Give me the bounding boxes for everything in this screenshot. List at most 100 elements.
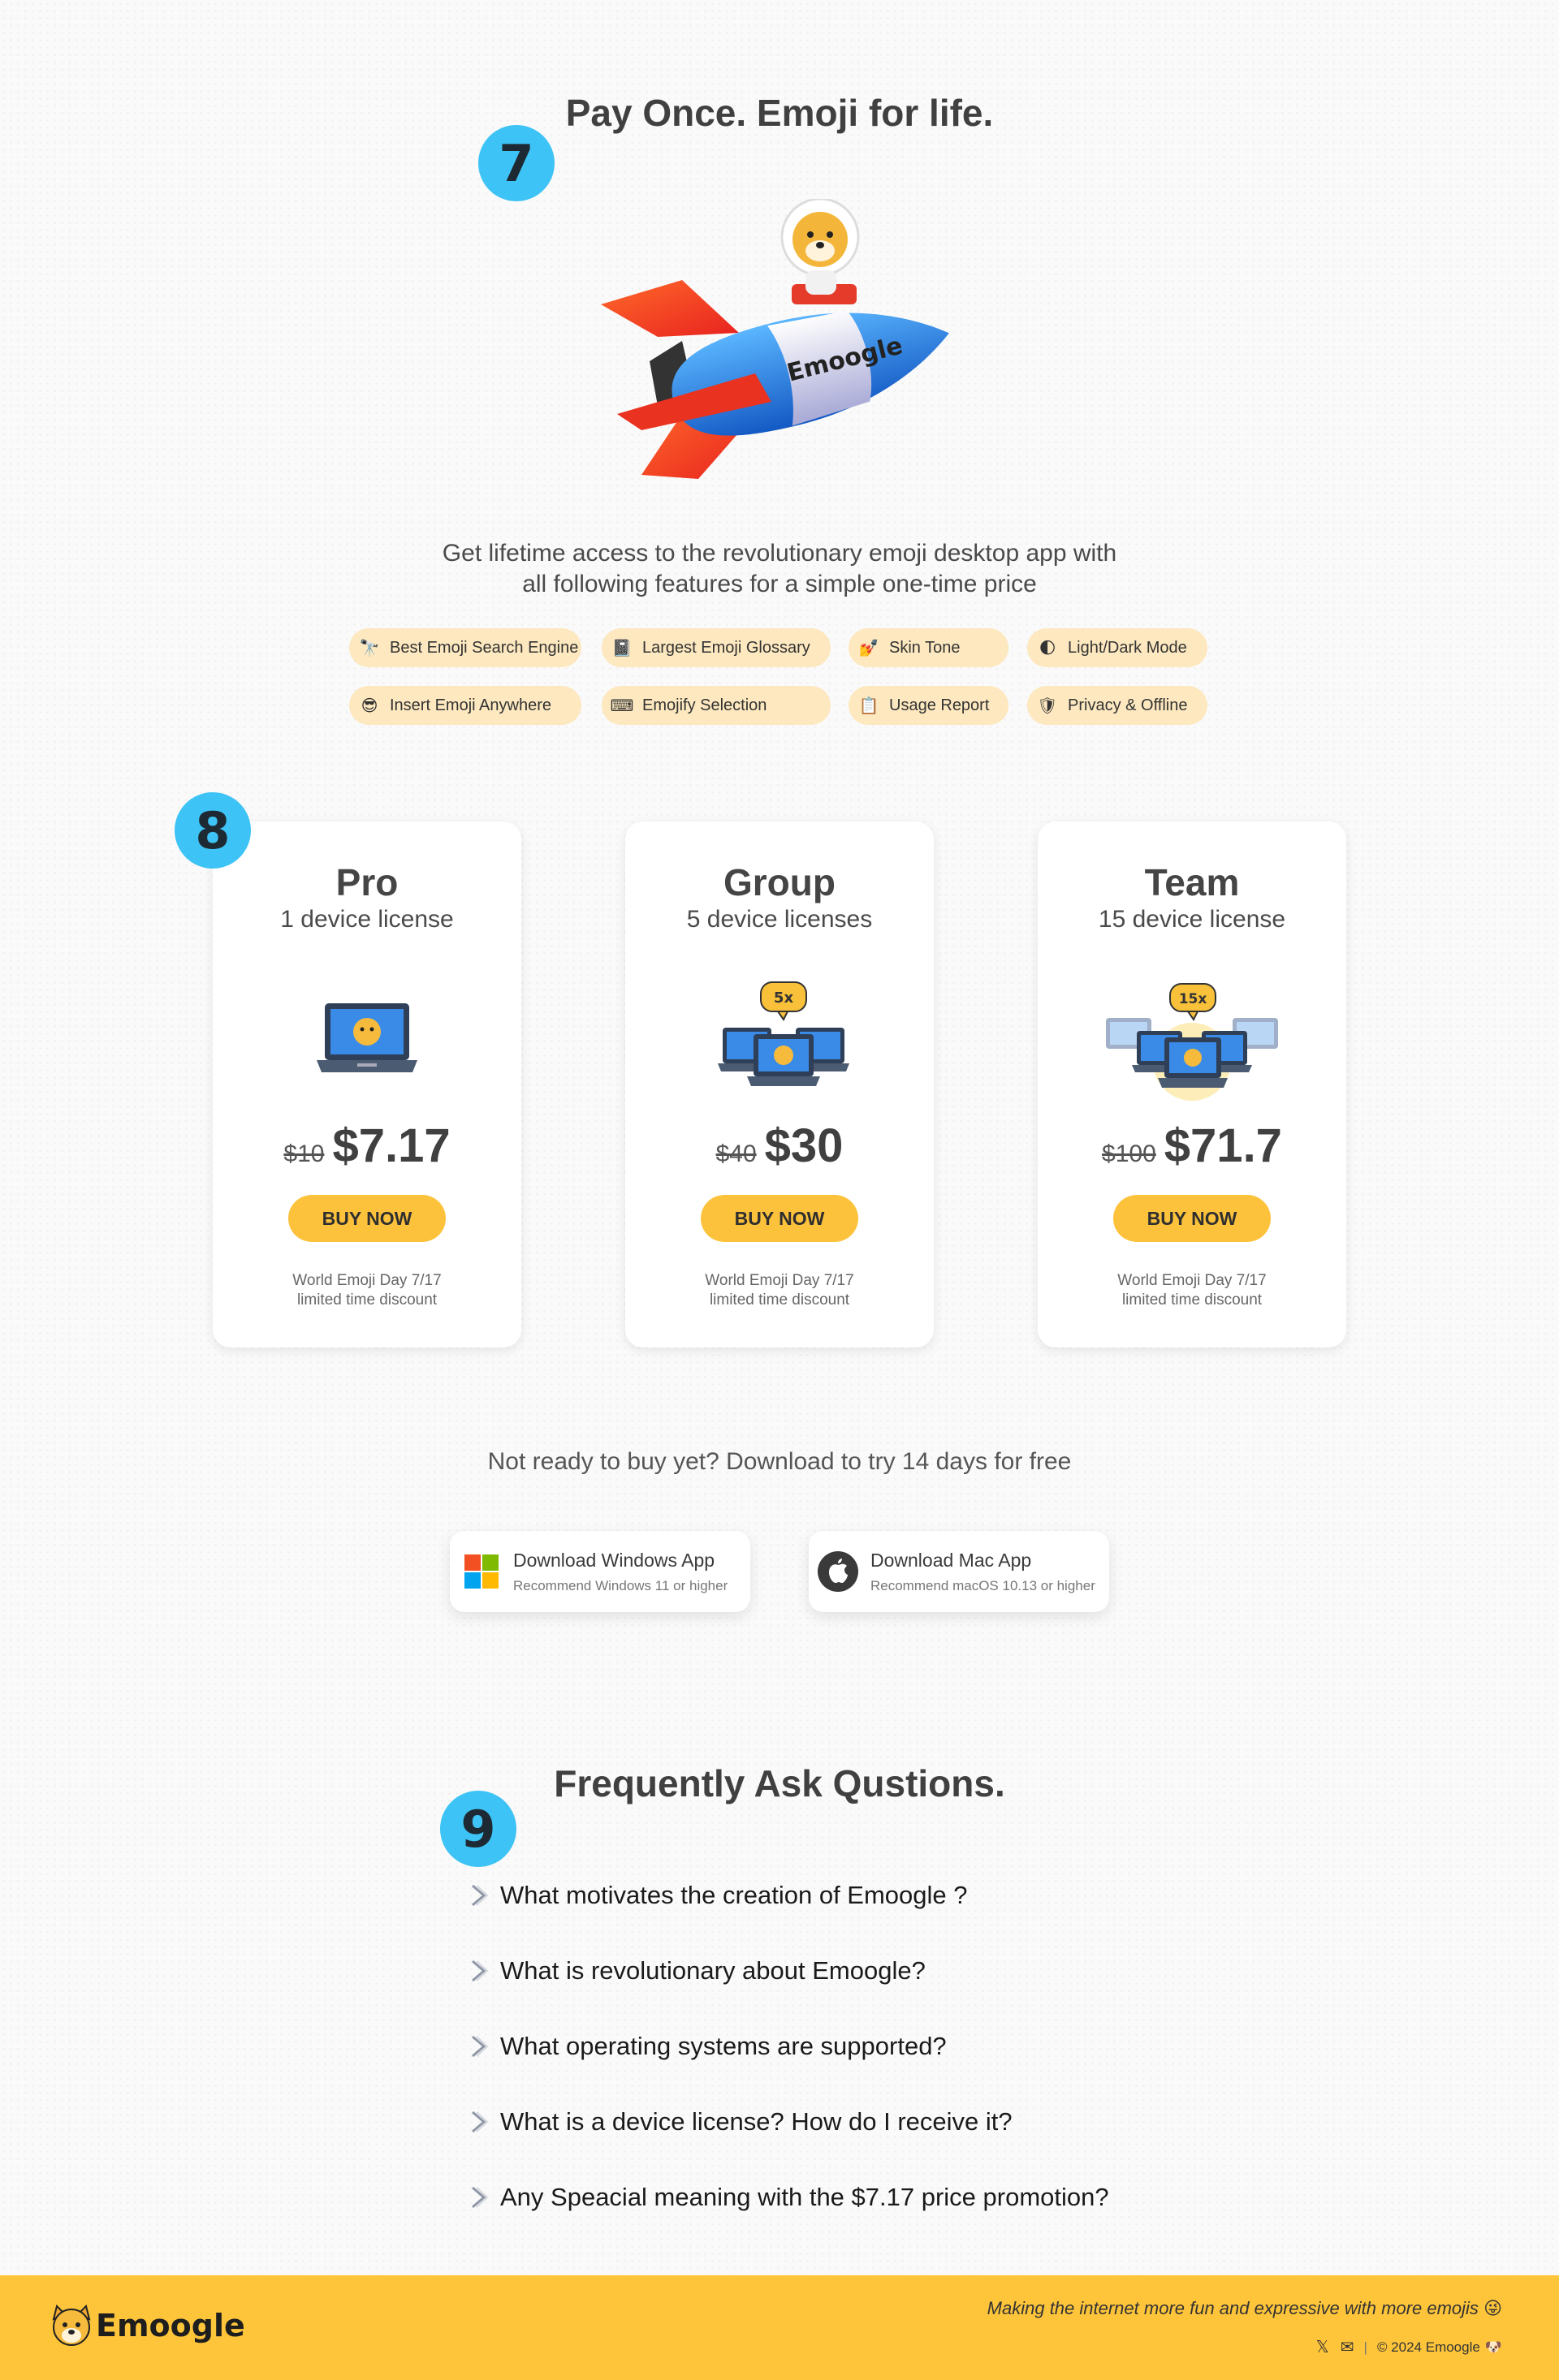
- faq-question-text: What motivates the creation of Emoogle ?: [500, 1881, 968, 1909]
- lifetime-access-line2: all following features for a simple one-…: [522, 571, 1037, 597]
- footer-brand-logo[interactable]: Emoogle: [49, 2303, 245, 2348]
- clipboard-icon: 📋: [858, 696, 879, 715]
- lifetime-access-line1: Get lifetime access to the revolutionary…: [442, 540, 1117, 567]
- many-laptops-icon: 15x: [1106, 983, 1278, 1101]
- discount-note-line1: World Emoji Day 7/17: [705, 1272, 854, 1289]
- plan-license: 5 device licenses: [686, 906, 873, 933]
- faq-question-2[interactable]: What is revolutionary about Emoogle?: [469, 1953, 926, 1989]
- download-mac-button[interactable]: Download Mac App Recommend macOS 10.13 o…: [809, 1531, 1109, 1612]
- step-badge-7: 7: [478, 125, 555, 201]
- pricing-card-team: Team 15 device license 15x $100 $71.7 BU…: [1038, 821, 1346, 1347]
- faq-question-text: Any Speacial meaning with the $7.17 pric…: [500, 2183, 1109, 2211]
- site-footer: Emoogle Making the internet more fun and…: [0, 2275, 1559, 2380]
- faq-question-text: What is revolutionary about Emoogle?: [500, 1956, 926, 1985]
- faq-question-text: What operating systems are supported?: [500, 2032, 947, 2060]
- buy-now-button-pro[interactable]: BUY NOW: [288, 1195, 446, 1242]
- download-windows-button[interactable]: Download Windows App Recommend Windows 1…: [450, 1531, 750, 1612]
- free-trial-text: Not ready to buy yet? Download to try 14…: [487, 1448, 1072, 1475]
- footer-copyright: © 2024 Emoogle: [1376, 2339, 1480, 2355]
- original-price: $10: [283, 1140, 325, 1167]
- download-mac-title: Download Mac App: [870, 1549, 1032, 1571]
- chevron-right-icon: [472, 1884, 489, 1907]
- plan-name: Pro: [335, 861, 399, 903]
- feature-chip-label: Largest Emoji Glossary: [642, 638, 810, 657]
- sale-price: $7.17: [332, 1119, 451, 1172]
- half-moon-icon: 🌓: [1039, 639, 1056, 658]
- download-windows-title: Download Windows App: [513, 1549, 715, 1571]
- footer-meta: 𝕏 ✉ | © 2024 Emoogle 🐶: [1316, 2337, 1502, 2357]
- chevron-right-icon: [472, 1960, 489, 1982]
- faq-question-4[interactable]: What is a device license? How do I recei…: [469, 2104, 1013, 2140]
- feature-chip-label: Light/Dark Mode: [1068, 638, 1187, 657]
- pricing-section-title: Pay Once. Emoji for life.: [565, 92, 994, 134]
- discount-note-line2: limited time discount: [709, 1291, 850, 1309]
- discount-note-line1: World Emoji Day 7/17: [292, 1272, 442, 1289]
- feature-chip-emojify: ⌨ Emojify Selection: [602, 686, 831, 725]
- feature-chip-usage-report: 📋 Usage Report: [849, 686, 1008, 725]
- download-mac-subtitle: Recommend macOS 10.13 or higher: [870, 1577, 1095, 1593]
- feature-chip-skin-tone: 💅 Skin Tone: [849, 628, 1008, 667]
- feature-chip-label: Insert Emoji Anywhere: [390, 696, 551, 714]
- winking-face-icon: 😜: [1483, 2298, 1502, 2318]
- doge-logo-icon: [52, 2305, 91, 2346]
- license-multiplier: 15x: [1179, 991, 1207, 1007]
- chevron-right-icon: [472, 2186, 489, 2209]
- sunglasses-face-icon: 😎: [361, 696, 378, 715]
- feature-chip-label: Skin Tone: [889, 638, 961, 657]
- plan-name: Group: [723, 861, 836, 903]
- feature-chip-label: Usage Report: [889, 696, 990, 714]
- discount-note-line2: limited time discount: [1121, 1291, 1263, 1309]
- notebook-icon: 📓: [611, 639, 633, 658]
- multi-laptop-icon: 5x: [718, 981, 849, 1086]
- chevron-right-icon: [472, 2035, 489, 2058]
- footer-tagline: Making the internet more fun and express…: [987, 2298, 1502, 2319]
- nail-polish-icon: 💅: [858, 639, 879, 658]
- discount-note: World Emoji Day 7/17 limited time discou…: [213, 1271, 521, 1310]
- discount-note: World Emoji Day 7/17 limited time discou…: [625, 1271, 934, 1310]
- telescope-icon: 🔭: [359, 639, 380, 658]
- plan-name: Team: [1144, 861, 1240, 903]
- plan-license: 1 device license: [280, 906, 454, 933]
- feature-chip-theme-mode: 🌓 Light/Dark Mode: [1027, 628, 1207, 667]
- mail-icon[interactable]: ✉: [1341, 2337, 1354, 2357]
- download-windows-subtitle: Recommend Windows 11 or higher: [513, 1577, 728, 1593]
- feature-chip-label: Best Emoji Search Engine: [390, 638, 579, 657]
- price-row: $100 $71.7: [1038, 1119, 1346, 1173]
- windows-logo-icon: [464, 1554, 499, 1589]
- buy-now-button-team[interactable]: BUY NOW: [1113, 1195, 1271, 1242]
- feature-chip-search-engine: 🔭 Best Emoji Search Engine: [349, 628, 581, 667]
- keyboard-icon: ⌨: [610, 696, 634, 715]
- feature-chip-label: Privacy & Offline: [1068, 696, 1188, 714]
- faq-question-text: What is a device license? How do I recei…: [500, 2107, 1013, 2136]
- pricing-card-group: Group 5 device licenses 5x $40 $30 BUY N…: [625, 821, 934, 1347]
- discount-note: World Emoji Day 7/17 limited time discou…: [1038, 1271, 1346, 1310]
- faq-question-5[interactable]: Any Speacial meaning with the $7.17 pric…: [469, 2180, 1109, 2215]
- footer-tagline-text: Making the internet more fun and express…: [987, 2298, 1479, 2318]
- feature-chip-insert-anywhere: 😎 Insert Emoji Anywhere: [349, 686, 581, 725]
- feature-chip-privacy: 🛡 Privacy & Offline: [1027, 686, 1207, 725]
- original-price: $40: [715, 1140, 757, 1167]
- single-laptop-icon: [317, 1003, 417, 1072]
- price-row: $10 $7.17: [213, 1119, 521, 1173]
- apple-logo-icon: [818, 1551, 858, 1592]
- plan-license: 15 device license: [1098, 906, 1286, 933]
- faq-question-3[interactable]: What operating systems are supported?: [469, 2029, 947, 2064]
- feature-chip-glossary: 📓 Largest Emoji Glossary: [602, 628, 831, 667]
- license-multiplier: 5x: [774, 990, 794, 1007]
- pricing-card-pro: Pro 1 device license $10 $7.17 BUY NOW W…: [213, 821, 521, 1347]
- price-row: $40 $30: [625, 1119, 934, 1173]
- footer-divider: |: [1363, 2339, 1367, 2355]
- feature-chip-label: Emojify Selection: [642, 696, 767, 714]
- x-twitter-icon[interactable]: 𝕏: [1316, 2337, 1329, 2357]
- buy-now-button-group[interactable]: BUY NOW: [701, 1195, 858, 1242]
- discount-note-line2: limited time discount: [296, 1291, 438, 1309]
- faq-question-1[interactable]: What motivates the creation of Emoogle ?: [469, 1878, 968, 1913]
- shield-icon: 🛡: [1037, 696, 1058, 715]
- step-badge-9: 9: [440, 1791, 516, 1867]
- chevron-right-icon: [472, 2111, 489, 2133]
- step-badge-8: 8: [175, 792, 251, 869]
- faq-section-title: Frequently Ask Qustions.: [554, 1762, 1005, 1804]
- sale-price: $71.7: [1164, 1119, 1282, 1172]
- footer-brand-name: Emoogle: [96, 2308, 245, 2343]
- dog-icon: 🐶: [1484, 2339, 1502, 2355]
